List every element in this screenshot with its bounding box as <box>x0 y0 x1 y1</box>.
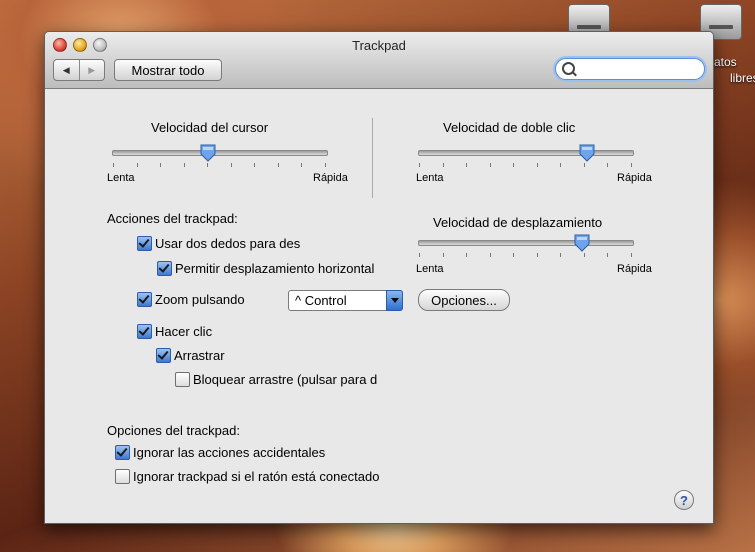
slider-tick <box>607 163 608 167</box>
double-click-speed-track[interactable] <box>418 150 634 156</box>
forward-button[interactable]: ▶ <box>80 60 105 80</box>
slider-tick <box>537 163 538 167</box>
slider-tick <box>254 163 255 167</box>
slider-tick <box>231 163 232 167</box>
horizontal-scroll-label: Permitir desplazamiento horizontal <box>175 261 375 276</box>
two-finger-scroll-checkbox[interactable] <box>137 236 152 251</box>
two-finger-scroll-label: Usar dos dedos para des <box>155 236 301 251</box>
slider-tick <box>631 253 632 257</box>
show-all-button[interactable]: Mostrar todo <box>114 59 222 81</box>
double-click-speed-thumb[interactable] <box>579 144 595 162</box>
zoom-label: Zoom pulsando <box>155 292 245 307</box>
scroll-speed-min-label: Lenta <box>416 263 444 275</box>
drag-lock-label: Bloquear arrastre (pulsar para d <box>193 372 378 387</box>
tap-to-click-checkbox[interactable] <box>137 324 152 339</box>
slider-tick <box>184 163 185 167</box>
chevron-right-icon: ▶ <box>88 64 96 75</box>
scroll-speed-track[interactable] <box>418 240 634 246</box>
cursor-speed-track[interactable] <box>112 150 328 156</box>
drag-label: Arrastrar <box>174 348 225 363</box>
cursor-speed-thumb[interactable] <box>200 144 216 162</box>
search-icon <box>562 62 575 75</box>
ignore-with-mouse-checkbox[interactable] <box>115 469 130 484</box>
search-input[interactable] <box>578 60 700 78</box>
slider-tick <box>560 253 561 257</box>
slider-tick <box>513 253 514 257</box>
slider-tick <box>490 253 491 257</box>
slider-tick <box>160 163 161 167</box>
nav-buttons: ◀ ▶ <box>53 59 105 81</box>
double-click-speed-title: Velocidad de doble clic <box>443 120 576 135</box>
zoom-checkbox[interactable] <box>137 292 152 307</box>
slider-tick <box>631 163 632 167</box>
slider-tick <box>113 163 114 167</box>
scroll-speed-thumb[interactable] <box>574 234 590 252</box>
ignore-accidental-checkbox[interactable] <box>115 445 130 460</box>
slider-tick <box>584 253 585 257</box>
trackpad-actions-heading: Acciones del trackpad: <box>107 211 238 226</box>
scroll-speed-max-label: Rápida <box>617 263 652 275</box>
zoom-modifier-select[interactable]: ^ Control <box>288 290 403 311</box>
back-button[interactable]: ◀ <box>54 60 80 80</box>
slider-tick <box>443 253 444 257</box>
slider-tick <box>560 163 561 167</box>
slider-tick <box>419 163 420 167</box>
chevron-down-icon <box>386 290 403 311</box>
slider-tick <box>490 163 491 167</box>
slider-tick <box>419 253 420 257</box>
slider-tick <box>137 163 138 167</box>
cursor-speed-title: Velocidad del cursor <box>151 120 269 135</box>
cursor-speed-min-label: Lenta <box>107 172 135 184</box>
double-click-speed-min-label: Lenta <box>416 172 444 184</box>
drag-checkbox[interactable] <box>156 348 171 363</box>
zoom-modifier-value: ^ Control <box>295 293 347 308</box>
ignore-with-mouse-label: Ignorar trackpad si el ratón está conect… <box>133 469 380 484</box>
ignore-accidental-label: Ignorar las acciones accidentales <box>133 445 326 460</box>
tap-to-click-label: Hacer clic <box>155 324 213 339</box>
trackpad-options-heading: Opciones del trackpad: <box>107 423 240 438</box>
search-field[interactable] <box>555 58 705 80</box>
slider-tick <box>537 253 538 257</box>
desktop-drive-label-2: libres <box>730 71 755 85</box>
slider-tick <box>466 253 467 257</box>
horizontal-scroll-checkbox[interactable] <box>157 261 172 276</box>
slider-tick <box>301 163 302 167</box>
slider-tick <box>325 163 326 167</box>
trackpad-window: Trackpad ◀ ▶ Mostrar todo Velocidad del … <box>44 31 714 524</box>
slider-tick <box>584 163 585 167</box>
drag-lock-checkbox[interactable] <box>175 372 190 387</box>
help-button[interactable]: ? <box>674 490 694 510</box>
toolbar: Trackpad ◀ ▶ Mostrar todo <box>45 32 713 89</box>
cursor-speed-max-label: Rápida <box>313 172 348 184</box>
slider-tick <box>443 163 444 167</box>
window-title: Trackpad <box>352 38 406 53</box>
double-click-speed-max-label: Rápida <box>617 172 652 184</box>
scroll-speed-title: Velocidad de desplazamiento <box>433 215 603 230</box>
slider-tick <box>607 253 608 257</box>
desktop-drive-label-1: atos <box>714 55 737 69</box>
slider-tick <box>466 163 467 167</box>
slider-tick <box>207 163 208 167</box>
divider <box>372 118 373 198</box>
chevron-left-icon: ◀ <box>62 64 70 75</box>
slider-tick <box>513 163 514 167</box>
options-button[interactable]: Opciones... <box>418 289 510 311</box>
slider-tick <box>278 163 279 167</box>
